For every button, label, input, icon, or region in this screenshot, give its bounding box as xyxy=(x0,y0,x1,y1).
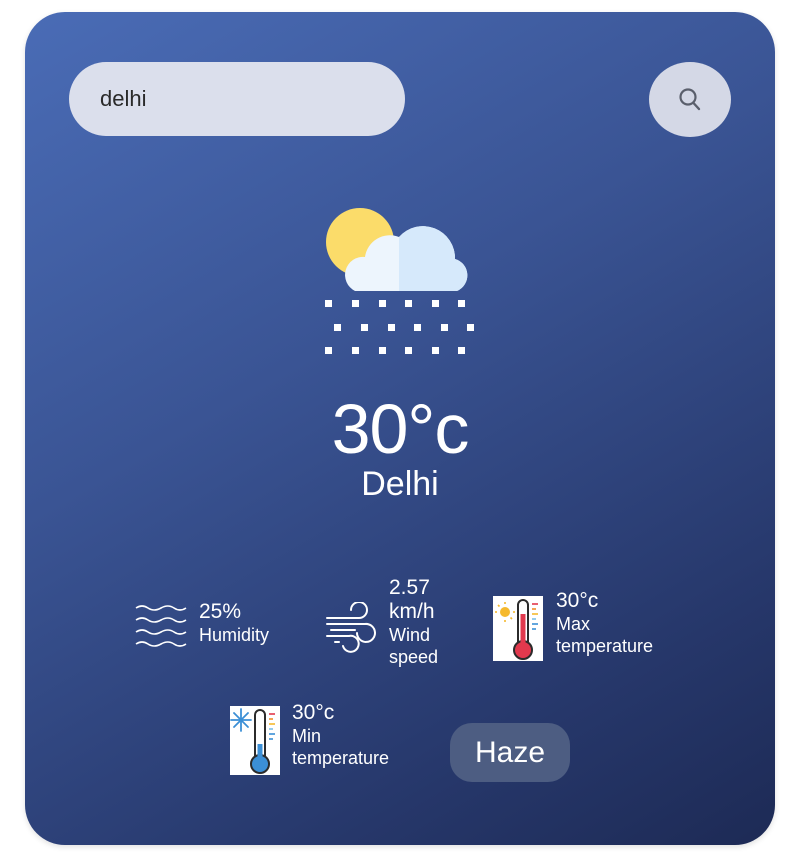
humidity-value: 25% xyxy=(199,600,242,623)
city-name: Delhi xyxy=(361,465,439,503)
min-temperature-value: 30°c xyxy=(292,701,335,724)
search-box[interactable] xyxy=(69,62,405,136)
max-temperature-label: Max xyxy=(556,614,591,634)
wind-label-2: speed xyxy=(389,647,439,667)
temperature-display: 30°c xyxy=(331,390,470,468)
max-temperature-label-2: temperature xyxy=(556,636,654,656)
max-temperature-value: 30°c xyxy=(556,589,599,612)
wind-value: 2.57 xyxy=(389,576,430,599)
wind-stat: 2.57 km/h Wind speed xyxy=(389,576,438,668)
condition-badge: Haze xyxy=(450,723,570,782)
min-temperature-stat: 30°c Min temperature xyxy=(292,701,389,769)
search-icon xyxy=(679,87,701,110)
wind-label: Wind xyxy=(389,625,431,645)
search-button[interactable] xyxy=(649,62,731,137)
wind-unit: km/h xyxy=(389,600,435,623)
humidity-stat: 25% Humidity xyxy=(199,600,269,646)
max-temperature-stat: 30°c Max temperature xyxy=(556,589,653,657)
weather-card: 30°c Delhi 25% Humidity 2.57 km/h Wind s… xyxy=(25,12,775,845)
min-temperature-label: Min xyxy=(292,726,322,746)
wind-icon xyxy=(326,602,376,653)
water-waves-icon xyxy=(135,605,187,647)
cloud-sun-snow-icon xyxy=(325,208,474,354)
cold-thermometer-icon xyxy=(230,706,280,775)
humidity-label: Humidity xyxy=(199,625,270,645)
search-input[interactable] xyxy=(69,62,405,136)
hot-thermometer-icon xyxy=(493,596,543,661)
min-temperature-label-2: temperature xyxy=(292,748,390,768)
